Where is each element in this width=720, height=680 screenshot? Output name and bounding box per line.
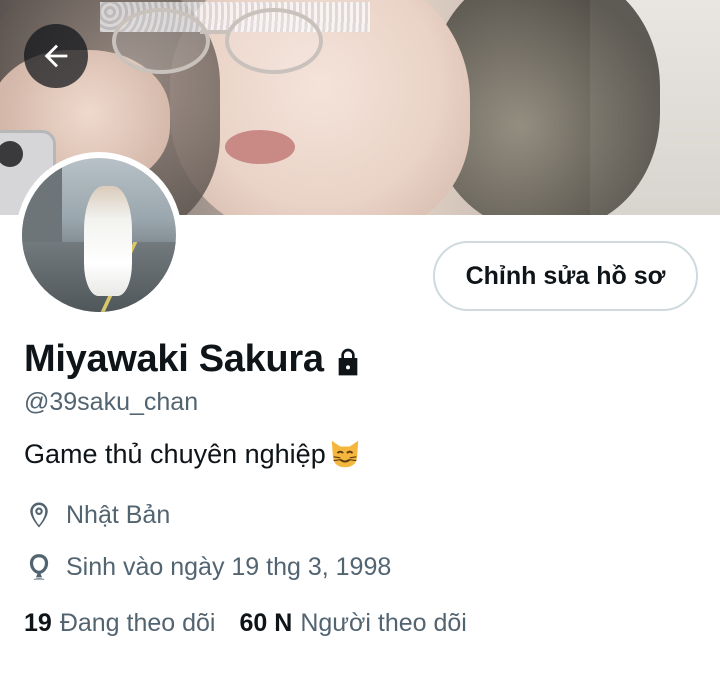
profile-name: Miyawaki Sakura	[24, 338, 324, 380]
following-link[interactable]: 19 Đang theo dõi	[24, 609, 216, 638]
bio-text: Game thủ chuyên nghiệp	[24, 438, 326, 469]
lock-icon	[338, 348, 358, 375]
followers-link[interactable]: 60 N Người theo dõi	[240, 609, 467, 638]
follow-stats: 19 Đang theo dõi 60 N Người theo dõi	[24, 609, 467, 638]
followers-label: Người theo dõi	[300, 609, 467, 637]
cat-face-emoji	[331, 440, 358, 468]
birthday-text: Sinh vào ngày 19 thg 3, 1998	[66, 552, 392, 581]
profile-name-row: Miyawaki Sakura	[24, 338, 364, 381]
following-label: Đang theo dõi	[59, 609, 216, 637]
edit-profile-button[interactable]: Chỉnh sửa hồ sơ	[433, 241, 698, 311]
avatar[interactable]	[16, 152, 182, 318]
followers-count: 60 N	[239, 609, 293, 637]
location-pin-icon	[30, 502, 48, 528]
location-text: Nhật Bản	[66, 500, 171, 529]
arrow-left-icon	[44, 44, 68, 68]
profile-location: Nhật Bản	[24, 500, 170, 530]
profile-bio: Game thủ chuyên nghiệp	[24, 437, 362, 471]
profile-handle: @39saku_chan	[24, 388, 199, 416]
following-count: 19	[24, 609, 52, 637]
profile-birthday: Sinh vào ngày 19 thg 3, 1998	[24, 552, 391, 582]
back-button[interactable]	[24, 24, 88, 88]
balloon-icon	[29, 554, 49, 580]
